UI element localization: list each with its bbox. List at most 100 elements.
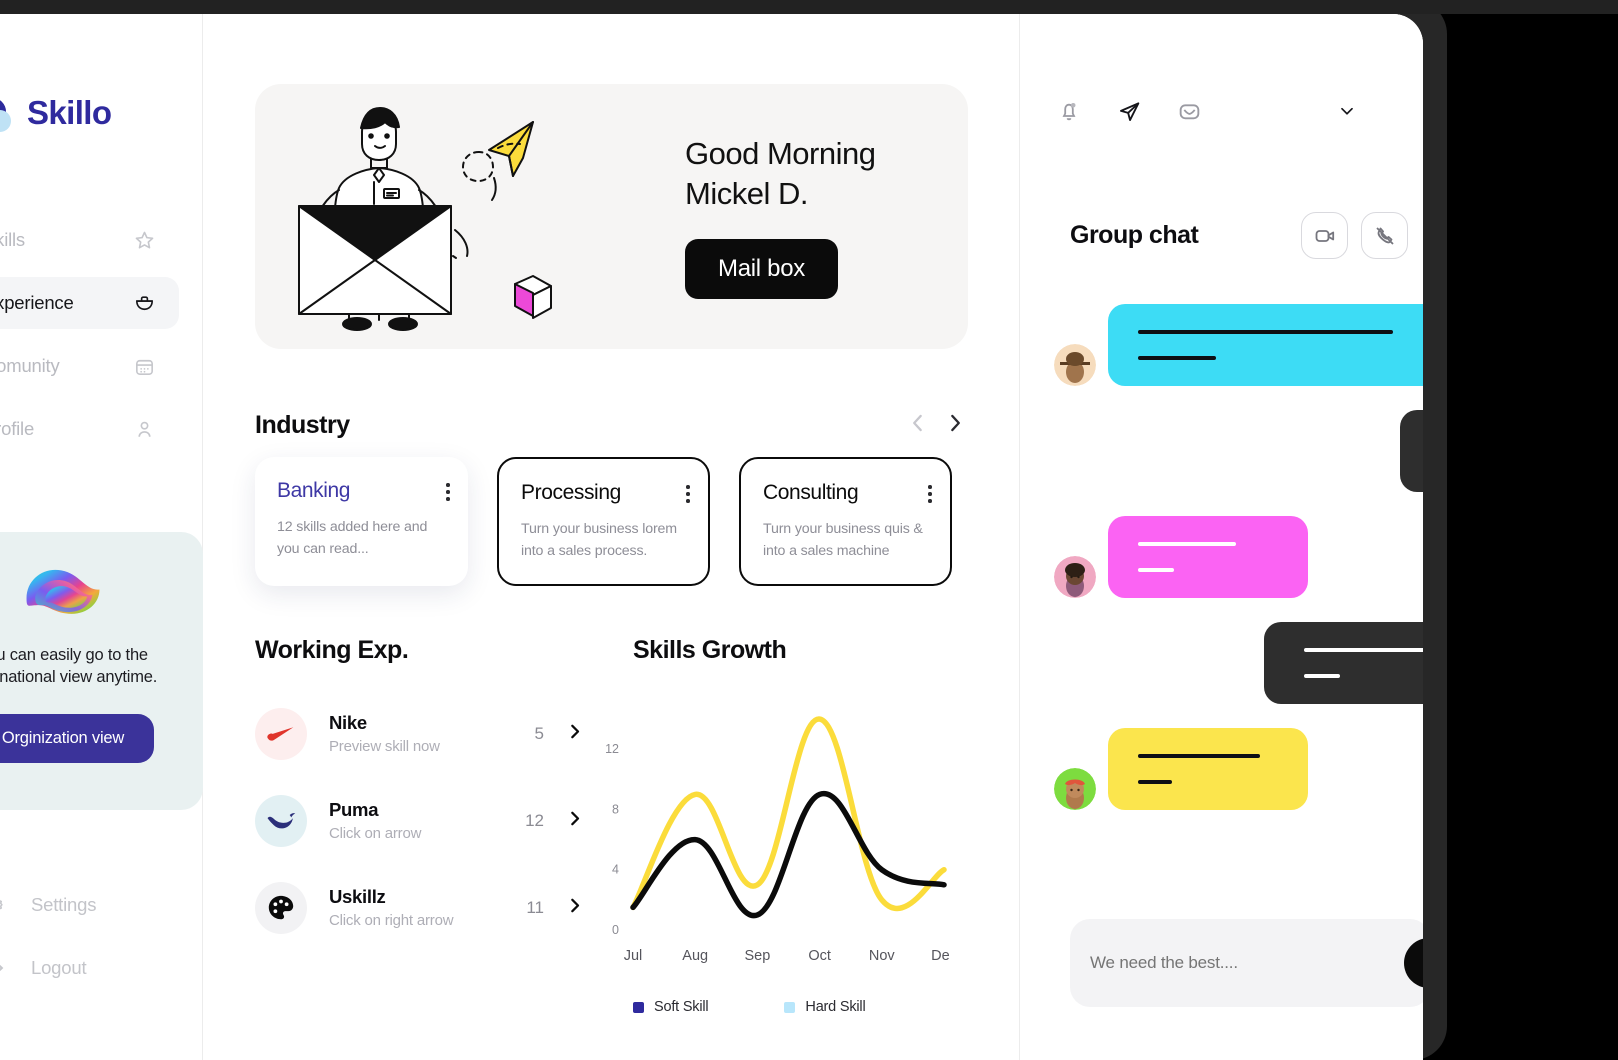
list-item[interactable]: Puma Click on arrow 12 [255, 777, 585, 864]
list-item[interactable]: Nike Preview skill now 5 [255, 690, 585, 777]
avatar[interactable] [1392, 90, 1423, 132]
industry-carousel-arrows [905, 410, 968, 441]
more-options-icon[interactable] [928, 485, 932, 503]
message-line [1138, 330, 1393, 334]
send-button[interactable] [1404, 938, 1423, 988]
svg-text:Aug: Aug [682, 948, 708, 964]
nike-swoosh-logo [255, 707, 307, 760]
envelope-icon[interactable] [1174, 96, 1204, 126]
working-exp-title: Working Exp. [255, 636, 409, 664]
organization-view-button[interactable]: Orginization view [0, 714, 155, 764]
chat-bubble[interactable] [1108, 728, 1308, 810]
sidebar-item-label: Experience [0, 292, 74, 313]
industry-card-title: Banking [277, 479, 351, 502]
work-meta: Puma Click on arrow [329, 799, 525, 842]
skills-growth-chart: 12 8 4 0 Jul Aug Sep Oct Nov Dec [585, 686, 950, 1016]
skills-growth-header: Skills Growth [633, 636, 787, 665]
palette-logo [255, 881, 307, 934]
organization-promo-card: You can easily go to the ouginational vi… [0, 532, 203, 810]
more-options-icon[interactable] [446, 483, 450, 501]
chevron-right-icon [1419, 953, 1423, 973]
logout-icon [0, 955, 9, 981]
star-icon [131, 227, 157, 253]
paper-plane-icon[interactable] [1114, 96, 1144, 126]
chat-message-row [1054, 304, 1423, 386]
message-line [1304, 674, 1340, 678]
company-name: Puma [329, 799, 379, 820]
svg-text:Nov: Nov [869, 948, 896, 964]
avatar[interactable] [1054, 768, 1096, 810]
avatar[interactable] [1054, 344, 1096, 386]
gradient-blob-icon [26, 569, 100, 614]
chart-series-soft-skill [630, 790, 947, 919]
chat-input[interactable] [1090, 953, 1410, 973]
chevron-right-icon[interactable] [942, 410, 968, 441]
company-subtitle: Preview skill now [329, 738, 440, 755]
chat-bubble[interactable] [1400, 410, 1423, 492]
chat-message-list [1054, 304, 1423, 834]
calendar-icon [131, 353, 157, 379]
hero-copy: Good Morning Mickel D. Mail box [685, 134, 876, 299]
sidebar: Skillo Skills Experience Comunity [0, 14, 203, 1060]
industry-card[interactable]: Banking 12 skills added here and you can… [255, 457, 468, 586]
industry-card-desc: Turn your business lorem into a sales pr… [521, 521, 677, 559]
app-window: Skillo Skills Experience Comunity [0, 14, 1423, 1060]
sidebar-item-experience[interactable]: Experience [0, 277, 179, 329]
page-title: Industry [255, 411, 350, 439]
chat-bubble[interactable] [1108, 516, 1308, 598]
chat-message-row [1054, 516, 1423, 598]
sidebar-item-label: Profile [0, 418, 35, 439]
promo-text: You can easily go to the ouginational vi… [0, 646, 158, 687]
svg-text:Jul: Jul [624, 948, 643, 964]
company-name: Nike [329, 712, 367, 733]
sidebar-item-label: Skills [0, 229, 25, 250]
sidebar-item-profile[interactable]: Profile [0, 403, 179, 455]
chevron-right-icon[interactable] [564, 721, 585, 747]
skill-count: 5 [534, 723, 544, 743]
svg-text:12: 12 [605, 742, 619, 756]
message-line [1138, 568, 1174, 572]
working-exp-list: Nike Preview skill now 5 Puma Click on a… [255, 690, 585, 951]
chat-composer [1070, 919, 1423, 1007]
chevron-right-icon[interactable] [564, 808, 585, 834]
industry-card-title: Processing [521, 481, 621, 504]
call-buttons [1301, 212, 1408, 259]
industry-card-list: Banking 12 skills added here and you can… [255, 457, 952, 586]
briefcase-icon [131, 290, 157, 316]
sidebar-item-settings[interactable]: Settings [0, 879, 179, 931]
list-item[interactable]: Uskillz Click on right arrow 11 [255, 864, 585, 951]
sidebar-item-logout[interactable]: Logout [0, 942, 179, 994]
chat-bubble[interactable] [1264, 622, 1423, 704]
company-subtitle: Click on right arrow [329, 912, 454, 929]
chat-message-row [1054, 410, 1423, 492]
industry-card[interactable]: Consulting Turn your business quis & int… [739, 457, 952, 586]
chevron-left-icon[interactable] [905, 410, 931, 441]
svg-text:Sep: Sep [744, 948, 770, 964]
sidebar-item-label: Settings [31, 894, 97, 915]
mail-box-button[interactable]: Mail box [685, 238, 838, 299]
industry-card[interactable]: Processing Turn your business lorem into… [497, 457, 710, 586]
skill-count: 11 [526, 897, 544, 917]
sidebar-item-skills[interactable]: Skills [0, 214, 179, 266]
work-meta: Nike Preview skill now [329, 712, 535, 755]
more-options-icon[interactable] [686, 485, 690, 503]
gear-icon [0, 892, 9, 918]
message-line [1138, 356, 1216, 360]
bell-icon[interactable] [1054, 96, 1084, 126]
industry-card-title: Consulting [763, 481, 859, 504]
chat-message-row [1054, 622, 1423, 704]
work-meta: Uskillz Click on right arrow [329, 886, 526, 929]
phone-icon[interactable] [1361, 212, 1408, 259]
legend-label: Soft Skill [654, 999, 709, 1015]
sidebar-item-comunity[interactable]: Comunity [0, 340, 179, 392]
video-camera-icon[interactable] [1301, 212, 1348, 259]
person-icon [131, 416, 157, 442]
company-name: Uskillz [329, 886, 386, 907]
chat-bubble[interactable] [1108, 304, 1423, 386]
industry-section-header: Industry [255, 410, 968, 441]
message-line [1138, 780, 1172, 784]
brand: Skillo [0, 93, 112, 133]
chevron-right-icon[interactable] [564, 895, 585, 921]
chevron-down-icon[interactable] [1332, 96, 1362, 126]
avatar[interactable] [1054, 556, 1096, 598]
